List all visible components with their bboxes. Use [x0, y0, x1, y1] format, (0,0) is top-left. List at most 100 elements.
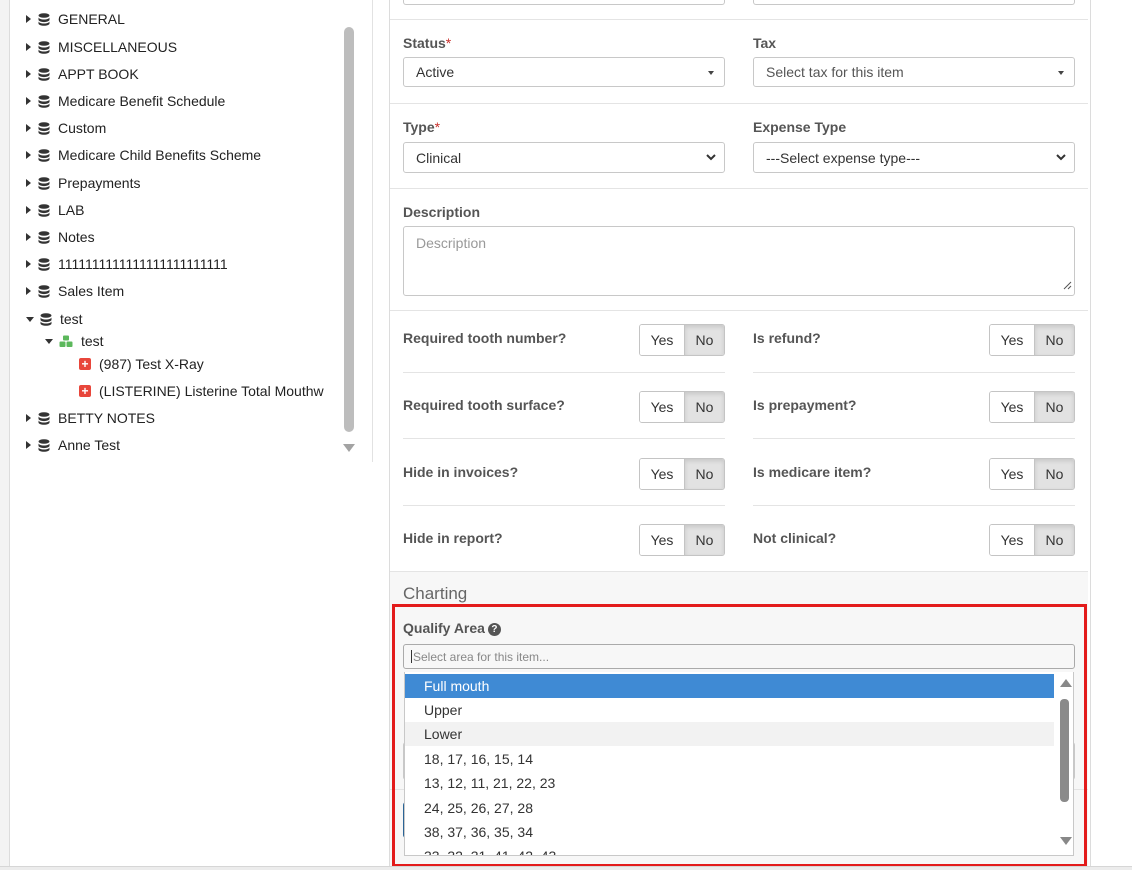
expand-caret-icon[interactable] — [26, 233, 31, 241]
dropdown-option-lower[interactable]: Lower — [405, 722, 1054, 746]
tree-node-test[interactable]: test — [26, 309, 83, 329]
is-refund-toggle[interactable]: Yes No — [989, 324, 1075, 356]
tree-node-label[interactable]: (LISTERINE) Listerine Total Mouthw — [99, 383, 324, 399]
dropdown-option-lower-left[interactable]: 38, 37, 36, 35, 34 — [405, 820, 1054, 844]
tree-node-label[interactable]: Medicare Benefit Schedule — [58, 93, 225, 109]
tree-node-label[interactable]: Notes — [58, 229, 95, 245]
dropdown-option-upper-left[interactable]: 24, 25, 26, 27, 28 — [405, 796, 1054, 820]
no-button[interactable]: No — [685, 459, 724, 489]
tax-select[interactable]: Select tax for this item — [753, 57, 1075, 87]
tax-label: Tax — [753, 35, 777, 51]
expand-caret-icon[interactable] — [26, 414, 31, 422]
tree-node-label[interactable]: 1111111111111111111111111 — [58, 256, 228, 272]
is-prepayment-toggle[interactable]: Yes No — [989, 391, 1075, 423]
yes-button[interactable]: Yes — [990, 325, 1035, 355]
question-circle-icon[interactable]: ? — [487, 623, 501, 636]
dropdown-option-lower-anterior[interactable]: 33, 32, 31, 41, 42, 43 — [405, 844, 1054, 855]
expand-caret-icon[interactable] — [26, 70, 31, 78]
dropdown-scrollbar-thumb[interactable] — [1060, 699, 1069, 802]
tree-node-miscellaneous[interactable]: MISCELLANEOUS — [26, 37, 177, 57]
expand-caret-icon[interactable] — [26, 287, 31, 295]
expand-caret-icon[interactable] — [26, 206, 31, 214]
type-select[interactable]: Clinical — [403, 142, 725, 173]
tree-node-sales-item[interactable]: Sales Item — [26, 281, 124, 301]
yes-button[interactable]: Yes — [990, 459, 1035, 489]
tree-node-general[interactable]: GENERAL — [26, 9, 125, 29]
required-tooth-number-toggle[interactable]: Yes No — [639, 324, 725, 356]
dropdown-option-upper-right[interactable]: 18, 17, 16, 15, 14 — [405, 747, 1054, 771]
expand-caret-icon[interactable] — [26, 43, 31, 51]
yes-button[interactable]: Yes — [990, 392, 1035, 422]
yes-button[interactable]: Yes — [990, 525, 1035, 555]
tree-leaf-listerine[interactable]: + (LISTERINE) Listerine Total Mouthw — [79, 381, 324, 401]
tree-node-label[interactable]: (987) Test X-Ray — [99, 356, 204, 372]
dropdown-option-upper-anterior[interactable]: 13, 12, 11, 21, 22, 23 — [405, 771, 1054, 795]
database-icon — [40, 312, 52, 326]
dropdown-option-full-mouth[interactable]: Full mouth — [405, 674, 1054, 698]
tree-node-label[interactable]: BETTY NOTES — [58, 410, 155, 426]
expense-type-label: Expense Type — [753, 119, 847, 135]
collapse-caret-icon[interactable] — [26, 316, 34, 322]
scroll-up-arrow-icon[interactable] — [1060, 679, 1072, 687]
not-clinical-toggle[interactable]: Yes No — [989, 524, 1075, 556]
no-button[interactable]: No — [685, 525, 724, 555]
scroll-down-arrow-icon[interactable] — [1060, 837, 1072, 845]
qualify-area-search-input[interactable]: Select area for this item... — [403, 644, 1075, 669]
window-bottom-edge — [0, 866, 1132, 870]
tree-scrollbar-thumb[interactable] — [344, 27, 354, 432]
tree-node-label[interactable]: Anne Test — [58, 437, 120, 453]
tree-node-custom[interactable]: Custom — [26, 118, 106, 138]
tree-node-label[interactable]: GENERAL — [58, 11, 125, 27]
expand-caret-icon[interactable] — [26, 441, 31, 449]
hide-in-invoices-toggle[interactable]: Yes No — [639, 458, 725, 490]
tree-node-notes[interactable]: Notes — [26, 227, 95, 247]
collapse-caret-icon[interactable] — [45, 338, 53, 344]
tree-node-medicare-benefit-schedule[interactable]: Medicare Benefit Schedule — [26, 91, 225, 111]
resize-grip-icon[interactable] — [1063, 277, 1072, 293]
expand-caret-icon[interactable] — [26, 97, 31, 105]
status-select[interactable]: Active — [403, 57, 725, 87]
no-button[interactable]: No — [1035, 525, 1074, 555]
expense-type-select[interactable]: ---Select expense type--- — [753, 142, 1075, 173]
no-button[interactable]: No — [685, 392, 724, 422]
tree-node-label[interactable]: Medicare Child Benefits Scheme — [58, 147, 261, 163]
dropdown-option-upper[interactable]: Upper — [405, 698, 1054, 722]
expand-caret-icon[interactable] — [26, 179, 31, 187]
tree-node-label[interactable]: test — [81, 333, 104, 349]
cutoff-field-left[interactable] — [403, 0, 725, 5]
tree-node-medicare-child-benefits[interactable]: Medicare Child Benefits Scheme — [26, 145, 261, 165]
no-button[interactable]: No — [1035, 325, 1074, 355]
tree-node-label[interactable]: APPT BOOK — [58, 66, 139, 82]
tree-leaf-test-xray[interactable]: + (987) Test X-Ray — [79, 354, 204, 374]
no-button[interactable]: No — [685, 325, 724, 355]
tree-node-lab[interactable]: LAB — [26, 200, 84, 220]
tree-node-label[interactable]: Prepayments — [58, 175, 140, 191]
tree-node-test-group[interactable]: test — [45, 331, 104, 351]
description-textarea[interactable]: Description — [403, 226, 1075, 296]
yes-button[interactable]: Yes — [640, 392, 685, 422]
expand-caret-icon[interactable] — [26, 151, 31, 159]
yes-button[interactable]: Yes — [640, 325, 685, 355]
no-button[interactable]: No — [1035, 459, 1074, 489]
required-tooth-surface-toggle[interactable]: Yes No — [639, 391, 725, 423]
tree-node-label[interactable]: LAB — [58, 202, 84, 218]
is-medicare-item-toggle[interactable]: Yes No — [989, 458, 1075, 490]
yes-button[interactable]: Yes — [640, 525, 685, 555]
tree-node-label[interactable]: Sales Item — [58, 283, 124, 299]
scroll-down-arrow-icon[interactable] — [343, 444, 355, 452]
hide-in-report-toggle[interactable]: Yes No — [639, 524, 725, 556]
no-button[interactable]: No — [1035, 392, 1074, 422]
tree-node-label[interactable]: test — [60, 311, 83, 327]
tree-node-label[interactable]: MISCELLANEOUS — [58, 39, 177, 55]
tree-node-prepayments[interactable]: Prepayments — [26, 173, 140, 193]
cutoff-field-right[interactable] — [753, 0, 1075, 5]
expand-caret-icon[interactable] — [26, 260, 31, 268]
tree-node-appt-book[interactable]: APPT BOOK — [26, 64, 139, 84]
tree-node-anne-test[interactable]: Anne Test — [26, 435, 120, 455]
tree-node-label[interactable]: Custom — [58, 120, 106, 136]
tree-node-betty-notes[interactable]: BETTY NOTES — [26, 408, 155, 428]
yes-button[interactable]: Yes — [640, 459, 685, 489]
expand-caret-icon[interactable] — [26, 15, 31, 23]
expand-caret-icon[interactable] — [26, 124, 31, 132]
tree-node-ones[interactable]: 1111111111111111111111111 — [26, 254, 228, 274]
